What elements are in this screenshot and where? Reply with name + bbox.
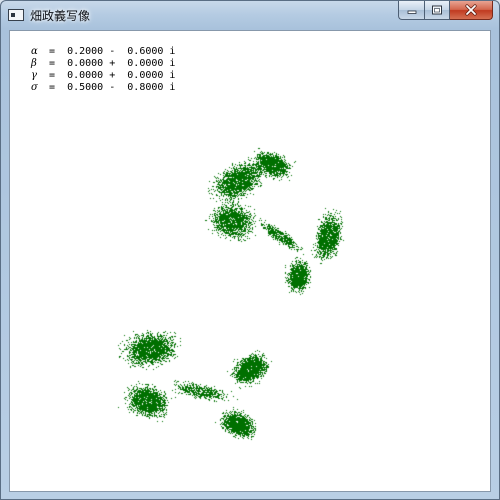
parameter-symbol: σ <box>31 82 38 93</box>
parameter-alpha: α = 0.2000 - 0.6000 i <box>31 46 175 58</box>
parameter-symbol: α <box>31 46 38 57</box>
parameter-list: α = 0.2000 - 0.6000 i β = 0.0000 + 0.000… <box>31 46 175 94</box>
close-icon <box>465 4 477 16</box>
parameter-value: = 0.2000 - 0.6000 i <box>43 46 176 57</box>
title-bar[interactable]: 畑政義写像 <box>1 1 499 29</box>
parameter-symbol: γ <box>31 70 37 81</box>
parameter-value: = 0.0000 + 0.0000 i <box>43 70 176 81</box>
minimize-icon <box>407 10 416 14</box>
parameter-sigma: σ = 0.5000 - 0.8000 i <box>31 82 175 94</box>
hata-map-fractal <box>10 31 490 491</box>
parameter-value: = 0.0000 + 0.0000 i <box>43 58 176 69</box>
parameter-gamma: γ = 0.0000 + 0.0000 i <box>31 70 175 82</box>
minimize-button[interactable] <box>398 1 424 20</box>
app-window: 畑政義写像 α = 0.2000 - 0.6000 i β = 0.0000 +… <box>0 0 500 500</box>
window-title: 畑政義写像 <box>30 9 91 23</box>
caption-buttons <box>398 1 493 21</box>
maximize-button[interactable] <box>424 1 450 20</box>
parameter-symbol: β <box>31 58 37 69</box>
parameter-beta: β = 0.0000 + 0.0000 i <box>31 58 175 70</box>
parameter-value: = 0.5000 - 0.8000 i <box>43 82 176 93</box>
drawing-area[interactable]: α = 0.2000 - 0.6000 i β = 0.0000 + 0.000… <box>9 30 491 492</box>
app-window-icon[interactable] <box>8 9 24 21</box>
close-button[interactable] <box>450 1 493 20</box>
maximize-icon <box>432 5 442 15</box>
